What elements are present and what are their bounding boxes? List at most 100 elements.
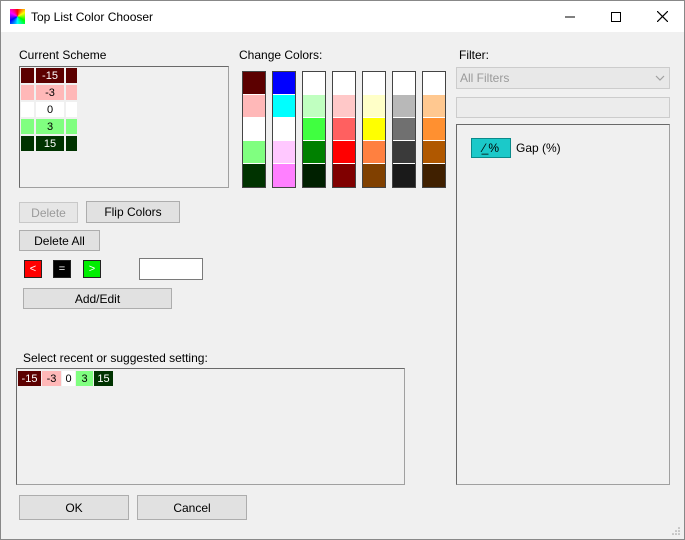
scheme-row-swatch-right xyxy=(66,102,77,117)
greater-than-label: > xyxy=(88,262,96,275)
palette-swatch xyxy=(393,118,415,141)
palette-option[interactable] xyxy=(422,71,446,188)
palette-swatch xyxy=(273,95,295,118)
palette-option[interactable] xyxy=(272,71,296,188)
palette-swatch xyxy=(303,95,325,118)
scheme-row[interactable]: -3 xyxy=(21,85,81,100)
scheme-row-swatch-right xyxy=(66,119,77,134)
window-title: Top List Color Chooser xyxy=(31,10,154,24)
filter-item-gap-percent[interactable]: Gap (%) xyxy=(516,141,561,155)
palette-swatch xyxy=(363,95,385,118)
value-input[interactable] xyxy=(139,258,203,280)
ok-button[interactable]: OK xyxy=(19,495,129,520)
recent-setting-value: 3 xyxy=(76,371,93,386)
filter-list[interactable] xyxy=(456,124,670,485)
palette-swatch xyxy=(303,141,325,164)
palette-swatch xyxy=(333,72,355,95)
close-icon xyxy=(656,11,668,22)
scheme-row[interactable]: 0 xyxy=(21,102,81,117)
palette-swatch xyxy=(423,72,445,95)
palette-swatch xyxy=(333,164,355,187)
scheme-row-value: -15 xyxy=(36,68,64,83)
add-edit-button[interactable]: Add/Edit xyxy=(23,288,172,309)
delete-button[interactable]: Delete xyxy=(19,202,78,223)
flip-colors-button[interactable]: Flip Colors xyxy=(86,201,180,223)
scheme-row[interactable]: 3 xyxy=(21,119,81,134)
filter-dropdown[interactable]: All Filters xyxy=(456,67,670,89)
gap-percent-icon[interactable]: ⁄̲ % xyxy=(471,138,511,158)
scheme-row-swatch-left xyxy=(21,85,34,100)
less-than-button[interactable]: < xyxy=(24,260,42,278)
resize-grip-icon[interactable] xyxy=(671,526,681,536)
palette-swatch xyxy=(303,118,325,141)
palette-swatch xyxy=(393,72,415,95)
scheme-row-swatch-left xyxy=(21,136,34,151)
scheme-row-swatch-left xyxy=(21,68,34,83)
palette-swatch xyxy=(363,164,385,187)
scheme-row-value: 15 xyxy=(36,136,64,151)
recent-setting-value: 0 xyxy=(62,371,75,386)
palette-swatch xyxy=(303,164,325,187)
palette-option[interactable] xyxy=(302,71,326,188)
palette-swatch xyxy=(393,95,415,118)
recent-setting-value: -15 xyxy=(18,371,41,386)
palette-swatch xyxy=(243,118,265,141)
minimize-button[interactable] xyxy=(547,1,593,32)
cancel-button[interactable]: Cancel xyxy=(137,495,247,520)
minimize-icon xyxy=(565,16,575,17)
current-scheme-label: Current Scheme xyxy=(19,48,107,62)
scheme-row-swatch-right xyxy=(66,136,77,151)
scheme-row-swatch-right xyxy=(66,85,77,100)
palette-swatch xyxy=(243,164,265,187)
palette-swatch xyxy=(303,72,325,95)
color-wheel-icon xyxy=(10,9,25,24)
equals-button[interactable]: = xyxy=(53,260,71,278)
close-button[interactable] xyxy=(639,1,685,32)
palette-swatch xyxy=(333,95,355,118)
scheme-row-swatch-left xyxy=(21,119,34,134)
filter-dropdown-value: All Filters xyxy=(460,71,510,85)
palette-swatch xyxy=(333,141,355,164)
scheme-row[interactable]: -15 xyxy=(21,68,81,83)
less-than-label: < xyxy=(29,262,37,275)
scheme-row[interactable]: 15 xyxy=(21,136,81,151)
palette-swatch xyxy=(243,95,265,118)
palette-swatch xyxy=(423,118,445,141)
palette-swatch xyxy=(363,118,385,141)
greater-than-button[interactable]: > xyxy=(83,260,101,278)
equals-label: = xyxy=(58,262,66,275)
palette-swatch xyxy=(333,118,355,141)
palette-swatch xyxy=(423,95,445,118)
filter-label: Filter: xyxy=(459,48,489,62)
change-colors-label: Change Colors: xyxy=(239,48,323,62)
title-bar[interactable]: Top List Color Chooser xyxy=(1,1,684,32)
palette-swatch xyxy=(243,141,265,164)
scheme-row-swatch-left xyxy=(21,102,34,117)
palette-swatch xyxy=(363,141,385,164)
palette-swatch xyxy=(423,164,445,187)
delete-all-button[interactable]: Delete All xyxy=(19,230,100,251)
palette-option[interactable] xyxy=(242,71,266,188)
chevron-down-icon xyxy=(655,75,665,81)
maximize-icon xyxy=(611,11,621,22)
palette-swatch xyxy=(393,141,415,164)
palette-option[interactable] xyxy=(392,71,416,188)
palette-swatch xyxy=(273,118,295,141)
palette-option[interactable] xyxy=(332,71,356,188)
scheme-row-value: -3 xyxy=(36,85,64,100)
palette-swatch xyxy=(423,141,445,164)
scheme-row-value: 0 xyxy=(36,102,64,117)
scheme-row-swatch-right xyxy=(66,68,77,83)
recent-setting-value: 15 xyxy=(94,371,113,386)
palette-option[interactable] xyxy=(362,71,386,188)
palette-swatch xyxy=(273,72,295,95)
palette-swatch xyxy=(273,141,295,164)
filter-search-box[interactable] xyxy=(456,97,670,118)
maximize-button[interactable] xyxy=(593,1,639,32)
palette-swatch xyxy=(393,164,415,187)
palette-swatch xyxy=(243,72,265,95)
scheme-row-value: 3 xyxy=(36,119,64,134)
palette-swatch xyxy=(273,164,295,187)
dialog-window: Top List Color Chooser Current Scheme -1… xyxy=(0,0,685,540)
current-scheme-list[interactable]: -15 -3 0 3 15 xyxy=(19,66,229,188)
